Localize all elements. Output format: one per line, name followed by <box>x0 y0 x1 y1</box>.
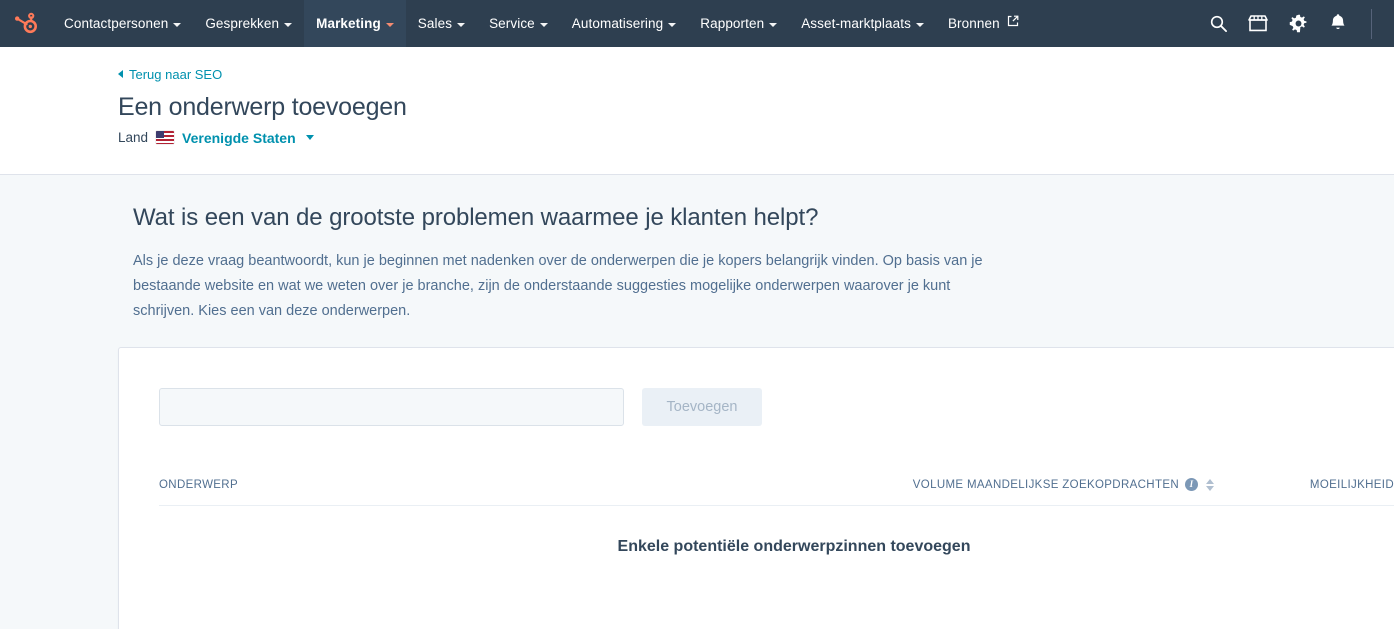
nav-label: Asset-marktplaats <box>801 16 911 31</box>
nav-item-contactpersonen[interactable]: Contactpersonen <box>52 0 193 47</box>
page-body: Wat is een van de grootste problemen waa… <box>0 175 1394 629</box>
chevron-down-icon <box>284 22 293 27</box>
back-link-label: Terug naar SEO <box>129 66 223 82</box>
flag-us-icon <box>156 131 175 144</box>
nav-label: Contactpersonen <box>64 16 169 31</box>
chevron-down-icon <box>769 22 778 27</box>
nav-divider <box>1371 8 1372 39</box>
back-to-seo-link[interactable]: Terug naar SEO <box>118 67 222 82</box>
nav-label: Marketing <box>316 16 381 31</box>
column-header-zoekvolume[interactable]: VOLUME MAANDELIJKSE ZOEKOPDRACHTEN i <box>799 478 1214 506</box>
country-label: Land <box>118 130 149 145</box>
chevron-down-icon[interactable] <box>305 135 314 140</box>
chevron-down-icon <box>173 22 182 27</box>
nav-label: Gesprekken <box>205 16 280 31</box>
notifications-bell-icon[interactable] <box>1327 13 1349 35</box>
nav-label: Sales <box>417 16 453 31</box>
nav-item-sales[interactable]: Sales <box>406 0 477 47</box>
marketplace-icon[interactable] <box>1247 13 1269 35</box>
chevron-down-icon <box>385 22 394 27</box>
empty-state-message: Enkele potentiële onderwerpzinnen toevoe… <box>617 538 971 555</box>
chevron-down-icon <box>668 22 677 27</box>
column-label: ONDERWERP <box>159 479 238 491</box>
nav-label: Automatisering <box>571 16 664 31</box>
topic-card: Toevoegen ONDERWERP VOLUME MAANDELIJKSE … <box>118 347 1394 629</box>
hubspot-logo-button[interactable] <box>0 0 52 47</box>
nav-item-asset-marktplaats[interactable]: Asset-marktplaats <box>789 0 936 47</box>
column-label: MOEILIJKHEID <box>1309 478 1394 491</box>
chevron-down-icon <box>457 22 466 27</box>
nav-item-bronnen[interactable]: Bronnen <box>936 0 1031 47</box>
nav-item-service[interactable]: Service <box>477 0 560 47</box>
hubspot-sprocket-icon <box>13 11 39 37</box>
search-icon[interactable] <box>1207 13 1229 35</box>
table-header-row: ONDERWERP VOLUME MAANDELIJKSE ZOEKOPDRAC… <box>159 478 1394 506</box>
column-label: VOLUME MAANDELIJKSE ZOEKOPDRACHTEN <box>912 478 1179 491</box>
nav-label: Service <box>489 16 535 31</box>
gear-icon[interactable] <box>1287 13 1309 35</box>
add-topic-row: Toevoegen <box>159 388 1364 426</box>
page-header: Terug naar SEO Een onderwerp toevoegen L… <box>0 47 1394 175</box>
info-icon[interactable]: i <box>1185 478 1198 491</box>
page-title: Een onderwerp toevoegen <box>118 92 407 121</box>
column-header-moeilijkheid[interactable]: MOEILIJKHEID i <box>1214 478 1394 506</box>
chevron-down-icon <box>539 22 548 27</box>
nav-label: Rapporten <box>700 16 765 31</box>
nav-item-rapporten[interactable]: Rapporten <box>688 0 789 47</box>
chevron-down-icon <box>915 22 924 27</box>
sort-toggle-icon[interactable] <box>1204 478 1214 491</box>
nav-utility-icons <box>1207 0 1394 47</box>
empty-state-row: Enkele potentiële onderwerpzinnen toevoe… <box>159 506 1394 557</box>
topic-input[interactable] <box>159 388 624 426</box>
nav-item-gesprekken[interactable]: Gesprekken <box>193 0 304 47</box>
chevron-left-icon <box>118 70 123 78</box>
country-selector-row: Land Verenigde Staten <box>118 130 1394 146</box>
nav-menu: Contactpersonen Gesprekken Marketing Sal… <box>52 0 1207 47</box>
intro-paragraph: Als je deze vraag beantwoordt, kun je be… <box>133 253 983 319</box>
intro-section: Wat is een van de grootste problemen waa… <box>0 175 1000 324</box>
nav-label: Bronnen <box>947 16 1000 31</box>
column-header-onderwerp[interactable]: ONDERWERP <box>159 478 799 506</box>
top-navigation-bar: Contactpersonen Gesprekken Marketing Sal… <box>0 0 1394 47</box>
nav-item-automatisering[interactable]: Automatisering <box>560 0 688 47</box>
topics-table-body: Enkele potentiële onderwerpzinnen toevoe… <box>159 506 1394 557</box>
intro-heading: Wat is een van de grootste problemen waa… <box>133 204 819 231</box>
external-link-icon <box>1007 15 1019 30</box>
topics-table-head: ONDERWERP VOLUME MAANDELIJKSE ZOEKOPDRAC… <box>159 478 1394 506</box>
nav-item-marketing[interactable]: Marketing <box>304 0 406 47</box>
country-value[interactable]: Verenigde Staten <box>182 130 296 146</box>
add-topic-button[interactable]: Toevoegen <box>642 388 762 426</box>
topics-table: ONDERWERP VOLUME MAANDELIJKSE ZOEKOPDRAC… <box>159 478 1394 556</box>
